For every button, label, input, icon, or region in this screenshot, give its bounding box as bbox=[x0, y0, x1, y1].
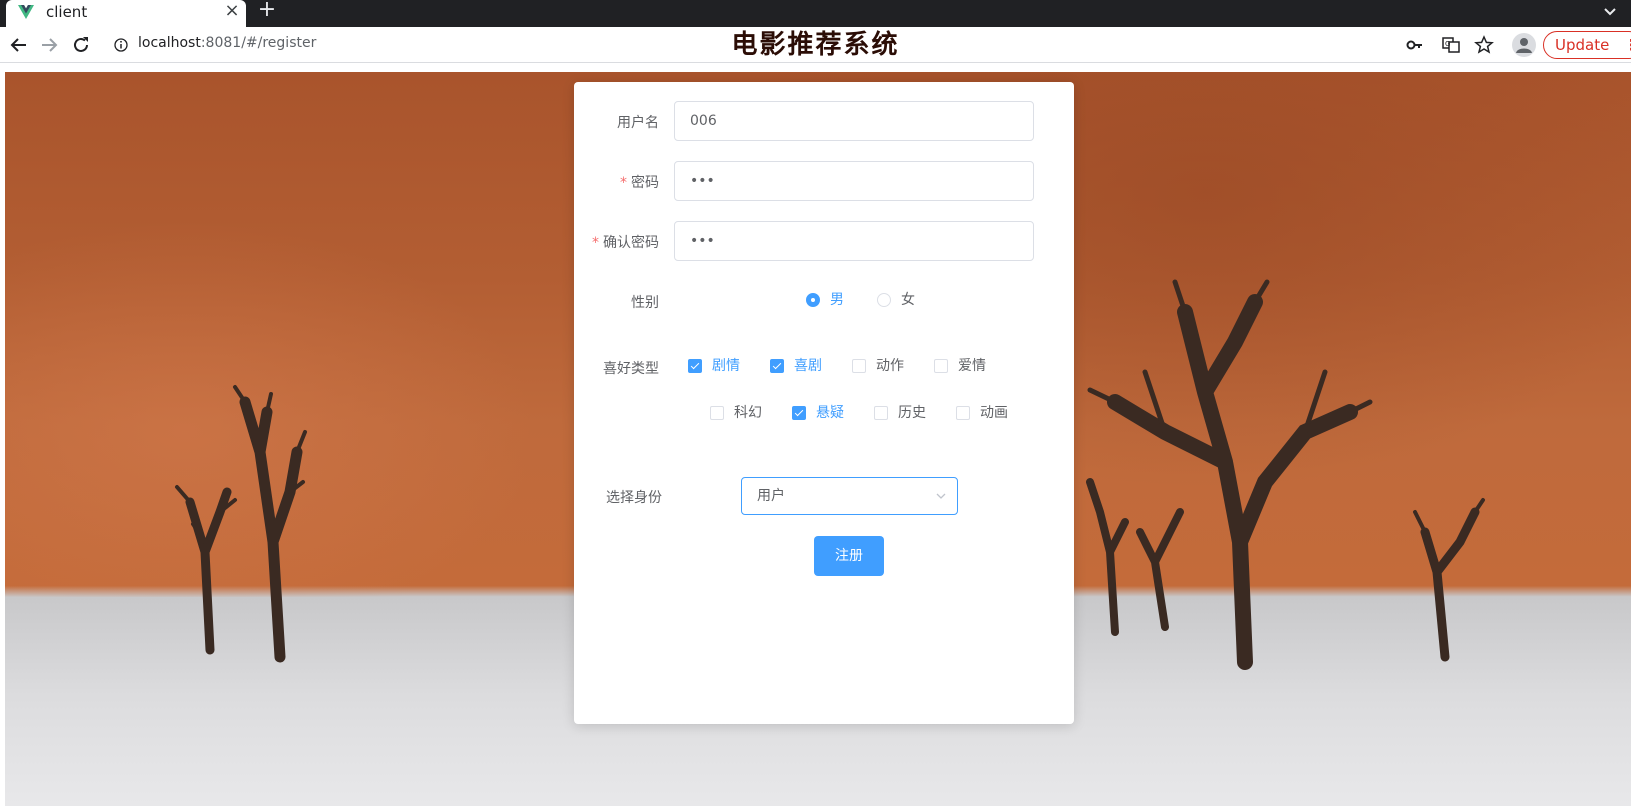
checkbox bbox=[852, 359, 866, 373]
chevron-down-icon bbox=[936, 493, 946, 499]
username-input[interactable]: 006 bbox=[674, 101, 1034, 141]
checkbox bbox=[792, 406, 806, 420]
page-title: 电影推荐系统 bbox=[731, 30, 900, 60]
identity-select[interactable]: 用户 bbox=[741, 477, 958, 515]
browser-tab[interactable]: client × bbox=[6, 0, 246, 27]
checkbox bbox=[874, 406, 888, 420]
identity-select-value: 用户 bbox=[757, 488, 785, 504]
checkbox bbox=[956, 406, 970, 420]
tab-strip: client × + bbox=[0, 0, 1631, 27]
checkbox-label: 科幻 bbox=[734, 405, 762, 421]
radio-label: 男 bbox=[830, 292, 844, 308]
password-input[interactable]: ••• bbox=[674, 161, 1034, 201]
tab-search-chevron-icon[interactable] bbox=[1600, 2, 1620, 22]
checkbox-label: 剧情 bbox=[712, 358, 740, 374]
preferences-label: 喜好类型 bbox=[603, 361, 659, 377]
radio-button bbox=[877, 293, 891, 307]
confirm-password-input[interactable]: ••• bbox=[674, 221, 1034, 261]
username-label: 用户名 bbox=[617, 115, 659, 131]
checkbox-label: 历史 bbox=[898, 405, 926, 421]
confirm-password-label-text: 确认密码 bbox=[603, 235, 659, 251]
checkbox bbox=[688, 359, 702, 373]
password-label-text: 密码 bbox=[631, 175, 659, 191]
checkbox-label: 爱情 bbox=[958, 358, 986, 374]
checkbox-label: 悬疑 bbox=[816, 405, 844, 421]
new-tab-button[interactable]: + bbox=[256, 0, 278, 22]
vue-logo-icon bbox=[18, 5, 34, 19]
register-card: 用户名 006 * 密码 ••• * 确认密码 ••• 性别 男 女 喜好类型 剧情… bbox=[574, 82, 1074, 724]
required-mark: * bbox=[592, 235, 599, 251]
required-mark: * bbox=[620, 175, 627, 191]
checkbox-label: 动作 bbox=[876, 358, 904, 374]
register-button[interactable]: 注册 bbox=[814, 536, 884, 576]
tab-title: client bbox=[46, 3, 88, 21]
checkbox-label: 喜剧 bbox=[794, 358, 822, 374]
checkbox bbox=[934, 359, 948, 373]
password-label: * 密码 bbox=[620, 172, 659, 192]
identity-label: 选择身份 bbox=[606, 490, 662, 506]
checkbox bbox=[710, 406, 724, 420]
tab-close-icon[interactable]: × bbox=[222, 1, 242, 21]
radio-button bbox=[806, 293, 820, 307]
radio-label: 女 bbox=[901, 292, 915, 308]
checkbox-label: 动画 bbox=[980, 405, 1008, 421]
gender-label: 性别 bbox=[631, 295, 659, 311]
confirm-password-label: * 确认密码 bbox=[592, 232, 659, 252]
checkbox bbox=[770, 359, 784, 373]
